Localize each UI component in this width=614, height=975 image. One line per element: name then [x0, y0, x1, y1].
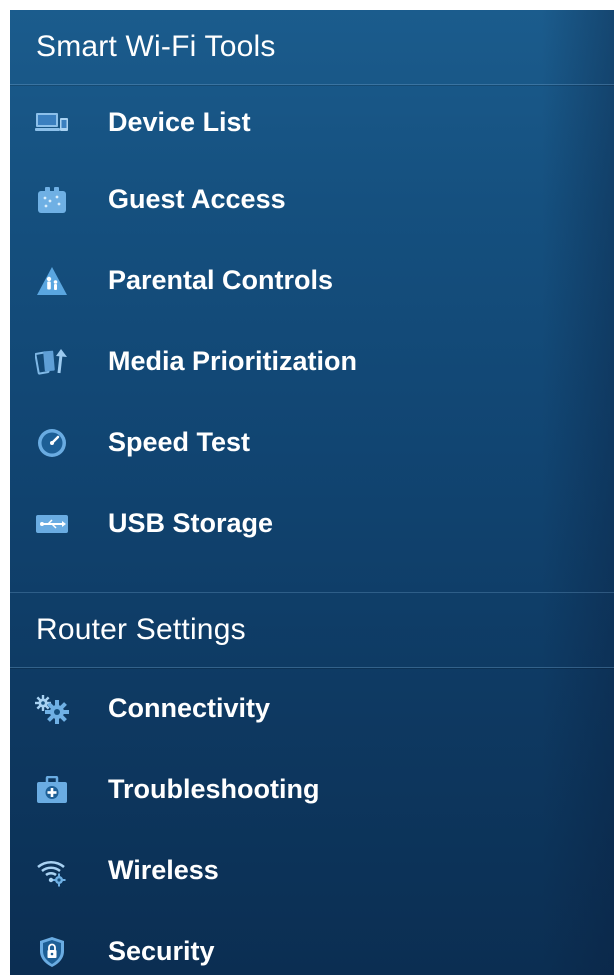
speed-test-icon: [34, 425, 70, 461]
nav-item-connectivity[interactable]: Connectivity: [10, 668, 614, 749]
nav-item-label: USB Storage: [108, 508, 274, 538]
device-list-icon: [34, 104, 70, 140]
nav-item-security[interactable]: Security: [10, 911, 614, 975]
security-icon: [34, 934, 70, 970]
nav-item-speed-test[interactable]: Speed Test: [10, 402, 614, 483]
smart-wifi-tools-list: Device List Guest Access Parental Contro…: [10, 85, 614, 564]
nav-item-label: Speed Test: [108, 427, 251, 457]
nav-item-guest-access[interactable]: Guest Access: [10, 159, 614, 240]
parental-controls-icon: [34, 263, 70, 299]
nav-item-media-prioritization[interactable]: Media Prioritization: [10, 321, 614, 402]
guest-access-icon: [34, 182, 70, 218]
nav-item-device-list[interactable]: Device List: [10, 85, 614, 159]
section-header-router-settings: Router Settings: [10, 592, 614, 668]
nav-item-label: Security: [108, 936, 215, 966]
nav-item-label: Guest Access: [108, 184, 286, 214]
nav-item-label: Connectivity: [108, 693, 271, 723]
nav-item-parental-controls[interactable]: Parental Controls: [10, 240, 614, 321]
nav-item-troubleshooting[interactable]: Troubleshooting: [10, 749, 614, 830]
nav-item-label: Media Prioritization: [108, 346, 358, 376]
media-prioritization-icon: [34, 344, 70, 380]
nav-item-label: Device List: [108, 106, 251, 137]
navigation-panel: Smart Wi-Fi Tools Device List Guest Acce…: [10, 10, 614, 975]
router-settings-list: Connectivity Troubleshooting Wireless Se…: [10, 668, 614, 975]
wireless-icon: [34, 853, 70, 889]
nav-item-label: Wireless: [108, 855, 219, 885]
nav-item-label: Troubleshooting: [108, 774, 320, 804]
usb-storage-icon: [34, 506, 70, 542]
nav-item-label: Parental Controls: [108, 265, 334, 295]
section-header-smart-wifi-tools: Smart Wi-Fi Tools: [10, 10, 614, 85]
nav-item-wireless[interactable]: Wireless: [10, 830, 614, 911]
connectivity-icon: [34, 691, 70, 727]
troubleshooting-icon: [34, 772, 70, 808]
nav-item-usb-storage[interactable]: USB Storage: [10, 483, 614, 564]
